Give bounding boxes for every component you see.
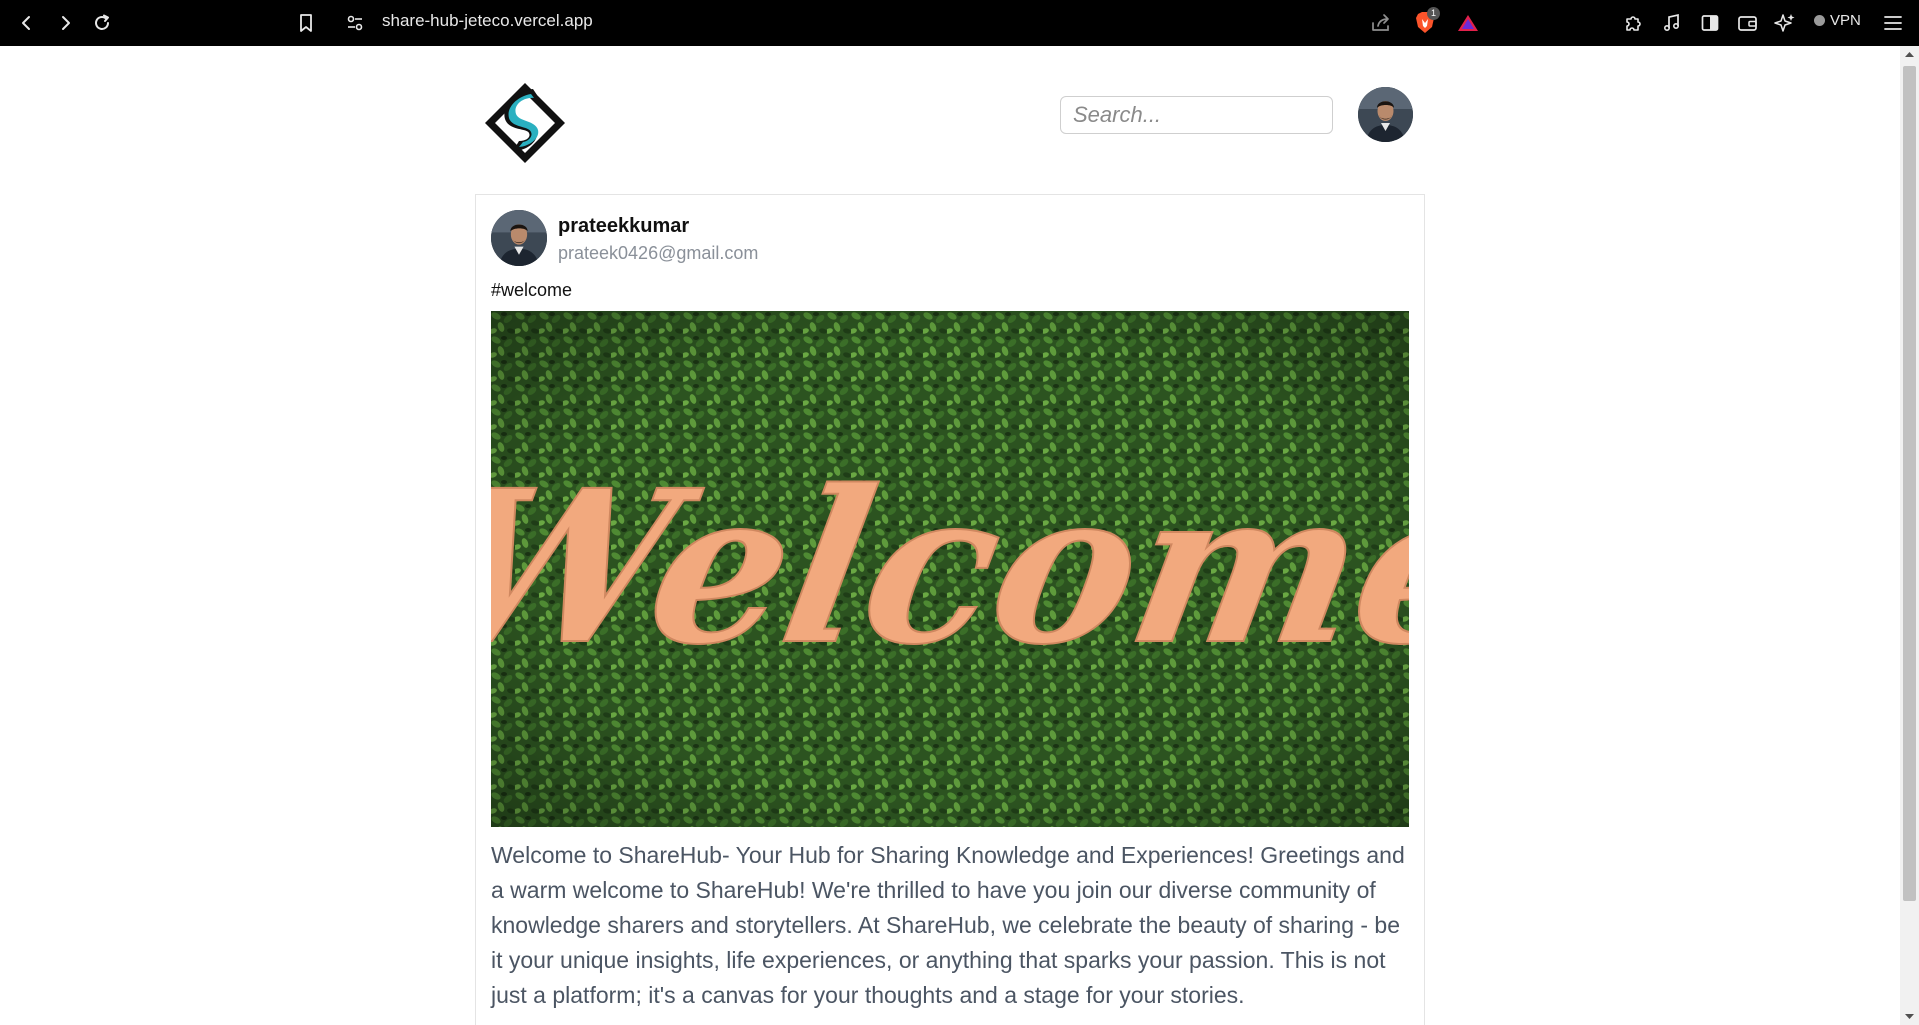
shields-count-badge: 1 xyxy=(1427,7,1440,20)
site-settings-icon[interactable] xyxy=(340,8,370,38)
scroll-down-icon[interactable] xyxy=(1900,1007,1919,1025)
vpn-label: VPN xyxy=(1830,12,1861,29)
scrollbar-thumb[interactable] xyxy=(1903,66,1916,901)
vpn-status-icon xyxy=(1814,15,1825,26)
post-author-email: prateek0426@gmail.com xyxy=(558,243,759,263)
post-body-text: Welcome to ShareHub- Your Hub for Sharin… xyxy=(491,842,1405,1008)
reload-icon[interactable] xyxy=(87,8,117,38)
menu-icon[interactable] xyxy=(1878,8,1908,38)
vpn-button[interactable]: VPN xyxy=(1814,12,1861,29)
browser-toolbar: share-hub-jeteco.vercel.app 1 VPN xyxy=(0,0,1919,46)
bookmark-icon[interactable] xyxy=(291,8,321,38)
leo-ai-icon[interactable] xyxy=(1770,8,1800,38)
forward-icon[interactable] xyxy=(50,8,80,38)
wallet-icon[interactable] xyxy=(1733,8,1763,38)
post-author-username[interactable]: prateekkumar xyxy=(558,215,689,238)
sharehub-logo[interactable] xyxy=(483,81,567,165)
post-card: prateekkumar prateek0426@gmail.com #welc… xyxy=(475,194,1425,1025)
media-icon[interactable] xyxy=(1657,8,1687,38)
post-image: Welcome xyxy=(491,311,1409,827)
search-input[interactable] xyxy=(1060,96,1333,134)
back-icon[interactable] xyxy=(12,8,42,38)
post-author-avatar[interactable] xyxy=(491,210,547,266)
welcome-sign-text: Welcome xyxy=(491,444,1409,691)
scroll-up-icon[interactable] xyxy=(1900,46,1919,64)
page-scrollbar[interactable] xyxy=(1900,46,1919,1025)
extensions-icon[interactable] xyxy=(1618,8,1648,38)
user-avatar[interactable] xyxy=(1358,87,1413,142)
address-bar-url[interactable]: share-hub-jeteco.vercel.app xyxy=(382,11,593,31)
sidebar-icon[interactable] xyxy=(1695,8,1725,38)
post-hashtag[interactable]: #welcome xyxy=(491,280,572,301)
brave-rewards-icon[interactable] xyxy=(1453,8,1483,38)
share-icon[interactable] xyxy=(1366,8,1396,38)
